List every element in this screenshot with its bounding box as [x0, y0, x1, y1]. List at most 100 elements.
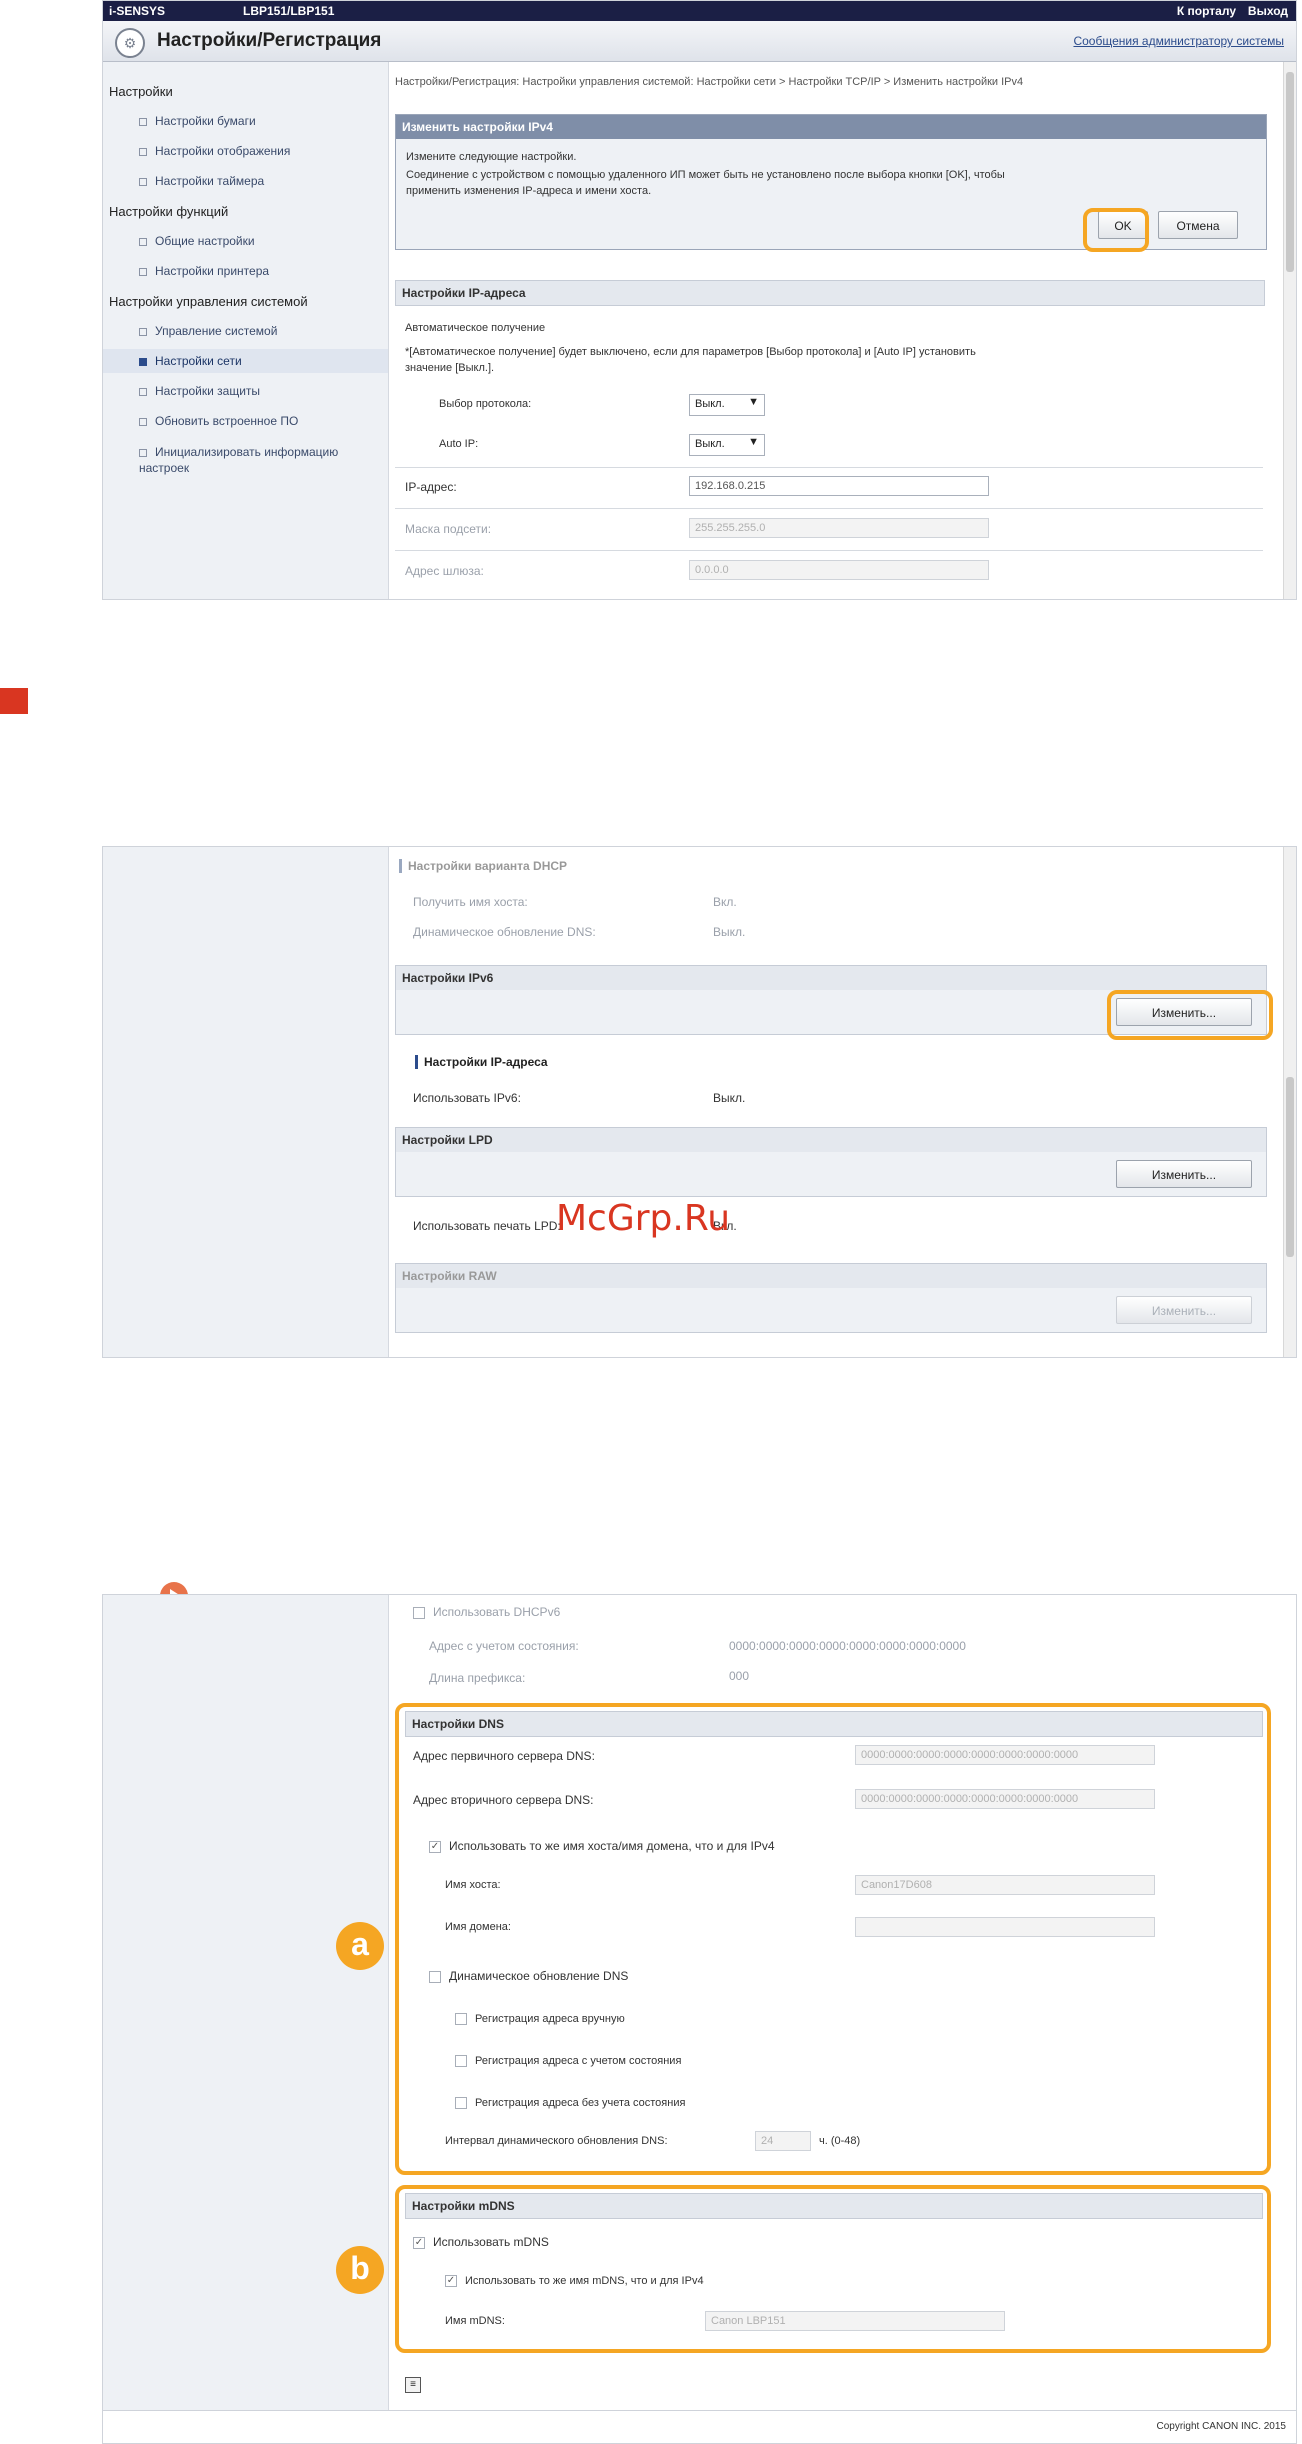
- bullet-icon: [139, 448, 147, 457]
- bullet-icon: [139, 327, 147, 336]
- bullet-icon: [139, 417, 147, 426]
- screenshot-ipv4-settings: i-SENSYS LBP151/LBP151 К порталу Выход ⚙…: [102, 0, 1297, 600]
- model-label: LBP151/LBP151: [243, 4, 335, 18]
- badge-b: b: [336, 2246, 384, 2294]
- sidebar: Настройки Настройки бумаги Настройки ото…: [103, 62, 389, 599]
- sidebar-item-system-mgmt[interactable]: Управление системой: [139, 324, 277, 338]
- protocol-select[interactable]: Выкл. ▼: [689, 394, 765, 416]
- mask-input[interactable]: 255.255.255.0: [689, 518, 989, 538]
- bullet-icon: [139, 357, 147, 366]
- bullet-icon: [139, 237, 147, 246]
- bullet-icon: [139, 147, 147, 156]
- raw-panel: Изменить...: [395, 1288, 1267, 1333]
- ok-highlight-frame: [1083, 208, 1149, 252]
- chevron-down-icon: ▼: [748, 436, 759, 448]
- divider: [395, 467, 1263, 468]
- use-dhcpv6-row[interactable]: Использовать DHCPv6: [413, 1605, 560, 1619]
- get-hostname-label: Получить имя хоста:: [413, 895, 528, 909]
- watermark: McGrp.Ru: [556, 1198, 731, 1239]
- mask-label: Маска подсети:: [405, 522, 492, 536]
- brand-label: i-SENSYS: [109, 4, 166, 18]
- sidebar-item-paper[interactable]: Настройки бумаги: [139, 114, 256, 128]
- divider: [395, 508, 1263, 509]
- title-bar: ⚙ Настройки/Регистрация Сообщения админи…: [103, 21, 1296, 62]
- sidebar-section-settings[interactable]: Настройки: [109, 84, 173, 99]
- sidebar-item-firmware[interactable]: Обновить встроенное ПО: [139, 414, 298, 428]
- prefix-value: 000: [729, 1669, 750, 1683]
- auto-note-1: *[Автоматическое получение] будет выключ…: [405, 346, 976, 358]
- sidebar-section-system[interactable]: Настройки управления системой: [109, 294, 308, 309]
- change-highlight-frame: [1107, 990, 1273, 1040]
- screenshot-dns-settings: Использовать DHCPv6 Адрес с учетом состо…: [102, 1594, 1297, 2444]
- dialog-title: Изменить настройки IPv4: [402, 120, 553, 134]
- dialog-line-1: Измените следующие настройки.: [406, 151, 577, 163]
- sidebar-item-init-settings[interactable]: Инициализировать информацию настроек: [139, 444, 359, 476]
- raw-header: Настройки RAW: [395, 1263, 1267, 1289]
- screenshot-tcpip-settings: Настройки варианта DHCP Получить имя хос…: [102, 846, 1297, 1358]
- scrollbar-thumb[interactable]: [1286, 1077, 1294, 1257]
- sidebar-item-security[interactable]: Настройки защиты: [139, 384, 260, 398]
- gateway-label: Адрес шлюза:: [405, 564, 484, 578]
- sidebar: [103, 847, 389, 1357]
- page-top-icon[interactable]: ≡: [405, 2377, 421, 2393]
- portal-link[interactable]: К порталу: [1177, 4, 1236, 18]
- sidebar: [103, 1595, 389, 2443]
- cancel-button[interactable]: Отмена: [1158, 211, 1238, 239]
- main-content: Настройки/Регистрация: Настройки управле…: [389, 62, 1296, 599]
- sidebar-section-functions[interactable]: Настройки функций: [109, 204, 228, 219]
- dialog-line-3: применить изменения IP-адреса и имени хо…: [406, 185, 652, 197]
- gateway-input[interactable]: 0.0.0.0: [689, 560, 989, 580]
- bullet-icon: [139, 387, 147, 396]
- dyn-dns-label: Динамическое обновление DNS:: [413, 925, 596, 939]
- sidebar-item-display[interactable]: Настройки отображения: [139, 144, 290, 158]
- top-bar: i-SENSYS LBP151/LBP151 К порталу Выход: [103, 1, 1296, 21]
- badge-a: a: [336, 1922, 384, 1970]
- stateful-value: 0000:0000:0000:0000:0000:0000:0000:0000: [729, 1639, 966, 1653]
- mdns-highlight-frame: [395, 2185, 1271, 2353]
- use-ipv6-value: Выкл.: [713, 1091, 746, 1105]
- scrollbar-thumb[interactable]: [1286, 72, 1294, 272]
- dialog-line-2: Соединение с устройством с помощью удале…: [406, 169, 1005, 181]
- divider: [395, 550, 1263, 551]
- lpd-header: Настройки LPD: [395, 1127, 1267, 1153]
- stateful-label: Адрес с учетом состояния:: [429, 1639, 579, 1653]
- checkbox[interactable]: [413, 1606, 425, 1619]
- dialog-title-bar: Изменить настройки IPv4: [396, 115, 1266, 139]
- dhcp-option-header: Настройки варианта DHCP: [399, 859, 567, 873]
- scrollbar[interactable]: [1283, 847, 1296, 1357]
- sidebar-item-network[interactable]: Настройки сети: [139, 354, 242, 368]
- raw-change-button[interactable]: Изменить...: [1116, 1296, 1252, 1324]
- protocol-label: Выбор протокола:: [439, 398, 532, 410]
- chevron-down-icon: ▼: [748, 396, 759, 408]
- scrollbar[interactable]: [1283, 62, 1296, 599]
- lpd-change-button[interactable]: Изменить...: [1116, 1160, 1252, 1188]
- ip-input[interactable]: 192.168.0.215: [689, 476, 989, 496]
- bullet-icon: [139, 117, 147, 126]
- page-title: Настройки/Регистрация: [157, 30, 382, 51]
- ip-label: IP-адрес:: [405, 480, 457, 494]
- use-lpd-label: Использовать печать LPD:: [413, 1219, 561, 1233]
- autoip-select[interactable]: Выкл. ▼: [689, 434, 765, 456]
- ip-settings-header: Настройки IP-адреса: [395, 280, 1265, 306]
- use-ipv6-label: Использовать IPv6:: [413, 1091, 521, 1105]
- sidebar-item-timer[interactable]: Настройки таймера: [139, 174, 264, 188]
- get-hostname-value: Вкл.: [713, 895, 737, 909]
- admin-message-link[interactable]: Сообщения администратору системы: [1073, 34, 1284, 48]
- ip-address-subheader: Настройки IP-адреса: [415, 1055, 548, 1069]
- sidebar-item-printer[interactable]: Настройки принтера: [139, 264, 269, 278]
- main-content: Использовать DHCPv6 Адрес с учетом состо…: [389, 1595, 1296, 2443]
- sidebar-item-common[interactable]: Общие настройки: [139, 234, 255, 248]
- step-marker: [0, 688, 28, 714]
- footer: Copyright CANON INC. 2015: [103, 2410, 1296, 2443]
- auto-note-2: значение [Выкл.].: [405, 362, 495, 374]
- ipv6-header: Настройки IPv6: [395, 965, 1267, 991]
- logout-link[interactable]: Выход: [1248, 4, 1288, 18]
- prefix-label: Длина префикса:: [429, 1671, 526, 1685]
- bullet-icon: [139, 267, 147, 276]
- autoip-label: Auto IP:: [439, 438, 479, 450]
- bullet-icon: [139, 177, 147, 186]
- copyright: Copyright CANON INC. 2015: [1156, 2421, 1287, 2432]
- settings-wheel-icon: ⚙: [115, 28, 145, 58]
- breadcrumb: Настройки/Регистрация: Настройки управле…: [395, 76, 1024, 88]
- main-content: Настройки варианта DHCP Получить имя хос…: [389, 847, 1296, 1357]
